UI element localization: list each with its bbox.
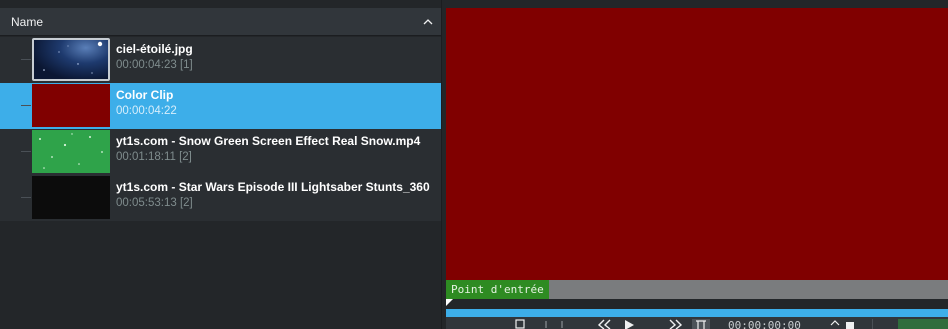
clip-name: yt1s.com - Snow Green Screen Effect Real…	[116, 134, 421, 148]
set-zone-icon[interactable]	[542, 319, 566, 329]
audio-level-meter	[898, 319, 948, 329]
clip-duration: 00:01:18:11 [2]	[116, 151, 192, 163]
clip-thumbnail	[32, 130, 110, 173]
clip-duration: 00:00:04:22	[116, 105, 177, 117]
clip-row[interactable]: yt1s.com - Star Wars Episode III Lightsa…	[0, 175, 441, 221]
clip-duration: 00:05:53:13 [2]	[116, 197, 193, 209]
clip-name: yt1s.com - Star Wars Episode III Lightsa…	[116, 180, 430, 194]
clip-monitor: Point d'entrée 00:00:00:00	[442, 0, 948, 329]
inpoint-marker-icon[interactable]	[446, 299, 453, 306]
play-icon[interactable]	[622, 319, 636, 329]
monitor-zone-bar[interactable]	[446, 309, 948, 317]
loop-zone-icon[interactable]	[692, 319, 710, 329]
clip-thumbnail	[32, 38, 110, 81]
bin-column-header[interactable]: Name	[0, 8, 441, 36]
save-icon[interactable]	[514, 319, 526, 329]
clip-name: ciel-étoilé.jpg	[116, 42, 193, 56]
clip-thumbnail	[32, 84, 110, 127]
forward-icon[interactable]	[668, 319, 684, 329]
clip-thumbnail	[32, 176, 110, 219]
project-bin: Name ciel-étoilé.jpg 00:00:04:23 [1] Col…	[0, 0, 442, 329]
tree-tick	[21, 105, 31, 106]
spin-up-icon[interactable]	[829, 319, 841, 329]
tree-tick	[21, 59, 31, 60]
clip-duration: 00:00:04:23 [1]	[116, 59, 193, 71]
monitor-toolbar: 00:00:00:00	[446, 317, 948, 329]
monitor-ruler[interactable]	[446, 299, 948, 309]
clip-row[interactable]: ciel-étoilé.jpg 00:00:04:23 [1]	[0, 37, 441, 83]
column-name-label: Name	[11, 14, 44, 29]
monitor-video-area[interactable]	[446, 8, 948, 280]
timecode-display[interactable]: 00:00:00:00	[728, 320, 801, 329]
chevron-up-icon[interactable]	[419, 13, 437, 31]
clip-row[interactable]: yt1s.com - Snow Green Screen Effect Real…	[0, 129, 441, 175]
tree-tick	[21, 197, 31, 198]
rewind-icon[interactable]	[596, 319, 612, 329]
monitor-info-bar: Point d'entrée	[446, 280, 948, 299]
tree-tick	[21, 151, 31, 152]
clip-row-selected[interactable]: Color Clip 00:00:04:22	[0, 83, 441, 129]
menu-icon[interactable]	[844, 319, 856, 329]
toolbar-separator	[872, 319, 873, 329]
clip-name: Color Clip	[116, 88, 174, 102]
inpoint-label: Point d'entrée	[446, 280, 549, 299]
